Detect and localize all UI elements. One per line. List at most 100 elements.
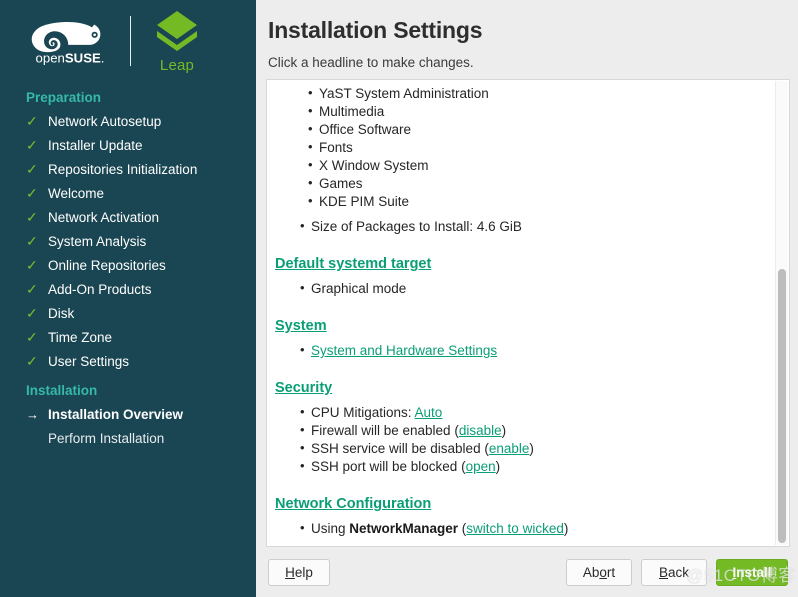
abort-button[interactable]: Ab o rt [566, 558, 632, 586]
section-heading-link[interactable]: System [275, 318, 327, 334]
sidebar-item-label: Welcome [48, 185, 105, 201]
list-item: Office Software [308, 120, 775, 139]
overview-scrollbar[interactable] [775, 81, 788, 545]
nav-group-title-preparation: Preparation [26, 90, 102, 105]
switch-to-wicked-link[interactable]: switch to wicked [466, 521, 564, 536]
sidebar-item-label: Perform Installation [48, 430, 165, 446]
sidebar-item-label: Disk [48, 305, 75, 321]
sidebar-item-online-repositories[interactable]: ✓ Online Repositories [0, 253, 256, 277]
sidebar-item-label: User Settings [48, 353, 130, 369]
sidebar-item-label: Add-On Products [48, 281, 152, 297]
sidebar-item-label: Network Activation [48, 209, 160, 225]
sidebar-item-network-autosetup[interactable]: ✓ Network Autosetup [0, 109, 256, 133]
opensuse-logo-icon: openSUSE. [31, 22, 105, 66]
btn-post: rt [606, 564, 616, 580]
item-text-suffix: ) [501, 423, 507, 438]
sidebar-item-label: Installer Update [48, 137, 143, 153]
list-item: Graphical mode [300, 279, 775, 298]
ssh-port-open-link[interactable]: open [466, 459, 496, 474]
installer-window: openSUSE. Leap Preparation ✓ Network Aut… [0, 0, 798, 597]
btn-post: elp [294, 564, 313, 580]
item-text-suffix: ) [495, 459, 501, 474]
check-icon: ✓ [26, 353, 38, 369]
item-text: Using [311, 521, 350, 536]
cpu-mitigations-link[interactable]: Auto [415, 405, 443, 420]
btn-post: ack [668, 564, 690, 580]
check-icon: ✓ [26, 113, 38, 129]
sidebar-item-welcome[interactable]: ✓ Welcome [0, 181, 256, 205]
install-button[interactable]: Install [716, 558, 788, 586]
nav-group-title-installation: Installation [26, 383, 98, 398]
list-item-package-size: Size of Packages to Install: 4.6 GiB [300, 217, 775, 236]
systemd-target-list: Graphical mode [267, 279, 775, 298]
sidebar-item-add-on-products[interactable]: ✓ Add-On Products [0, 277, 256, 301]
sidebar-item-system-analysis[interactable]: ✓ System Analysis [0, 229, 256, 253]
main-content: Installation Settings Click a headline t… [256, 0, 798, 597]
item-text-suffix: ) [563, 521, 569, 536]
list-item-firewall: Firewall will be enabled (disable) [300, 421, 775, 440]
section-heading-link[interactable]: Default systemd target [275, 256, 431, 272]
help-button[interactable]: Help [268, 558, 330, 586]
sidebar-item-label: Time Zone [48, 329, 113, 345]
item-text-suffix: ) [529, 441, 534, 456]
section-system: System [267, 317, 775, 335]
check-icon: ✓ [26, 185, 38, 201]
installation-overview-panel: YaST System Administration Multimedia Of… [266, 79, 790, 547]
system-hardware-settings-link[interactable]: System and Hardware Settings [311, 343, 497, 358]
sidebar-item-installation-overview[interactable]: → Installation Overview [0, 402, 256, 426]
section-default-systemd-target: Default systemd target [267, 255, 775, 273]
sidebar-item-perform-installation[interactable]: Perform Installation [0, 426, 256, 450]
security-list: CPU Mitigations: Auto Firewall will be e… [267, 403, 775, 476]
list-item: KDE PIM Suite [308, 192, 775, 211]
section-security: Security [267, 379, 775, 397]
network-backend-name: NetworkManager [349, 521, 459, 536]
sidebar: openSUSE. Leap Preparation ✓ Network Aut… [0, 0, 256, 597]
system-list: System and Hardware Settings [267, 341, 775, 360]
sidebar-item-network-activation[interactable]: ✓ Network Activation [0, 205, 256, 229]
list-item-ssh-port: SSH port will be blocked (open) [300, 457, 775, 476]
back-button[interactable]: Back [641, 558, 707, 586]
sidebar-item-label: Network Autosetup [48, 113, 162, 129]
list-item-cpu-mitigations: CPU Mitigations: Auto [300, 403, 775, 422]
leap-diamond-icon [157, 10, 197, 51]
sidebar-item-time-zone[interactable]: ✓ Time Zone [0, 325, 256, 349]
software-size-list: Size of Packages to Install: 4.6 GiB [267, 217, 775, 236]
arrow-right-icon: → [26, 406, 39, 422]
sidebar-item-label: Repositories Initialization [48, 161, 198, 177]
sidebar-item-repositories-initialization[interactable]: ✓ Repositories Initialization [0, 157, 256, 181]
sidebar-item-disk[interactable]: ✓ Disk [0, 301, 256, 325]
check-icon: ✓ [26, 209, 38, 225]
sidebar-item-label: Installation Overview [48, 406, 184, 422]
check-icon: ✓ [26, 329, 38, 345]
section-heading-link[interactable]: Network Configuration [275, 496, 431, 512]
svg-text:openSUSE.: openSUSE. [36, 51, 105, 66]
button-bar: Help Ab o rt Back Install [266, 547, 790, 597]
overview-scroll-content: YaST System Administration Multimedia Of… [267, 80, 775, 546]
section-heading-link[interactable]: Security [275, 380, 332, 396]
list-item: Fonts [308, 138, 775, 157]
brand-divider [130, 16, 131, 66]
btn-mnemonic: H [285, 564, 295, 580]
sidebar-item-user-settings[interactable]: ✓ User Settings [0, 349, 256, 373]
btn-mnemonic: B [658, 564, 668, 580]
page-subtitle: Click a headline to make changes. [268, 55, 474, 70]
list-item: Multimedia [308, 102, 775, 121]
check-icon: ✓ [26, 305, 38, 321]
firewall-disable-link[interactable]: disable [459, 423, 502, 438]
check-icon: ✓ [26, 137, 38, 153]
check-icon: ✓ [26, 257, 38, 273]
sidebar-item-installer-update[interactable]: ✓ Installer Update [0, 133, 256, 157]
leap-logo: Leap [153, 9, 201, 74]
btn-post: nstall [736, 564, 772, 580]
sidebar-item-label: Online Repositories [48, 257, 166, 273]
page-title: Installation Settings [268, 17, 483, 43]
list-item: System and Hardware Settings [300, 341, 775, 360]
item-text: CPU Mitigations: [311, 405, 415, 420]
list-item-ssh-service: SSH service will be disabled (enable) [300, 439, 775, 458]
item-text: SSH service will be disabled ( [311, 441, 489, 456]
scrollbar-thumb[interactable] [778, 269, 786, 543]
network-configuration-list: Using NetworkManager (switch to wicked) [267, 519, 775, 538]
ssh-service-enable-link[interactable]: enable [489, 441, 530, 456]
btn-mnemonic: o [599, 564, 607, 580]
leap-label: Leap [159, 56, 195, 74]
